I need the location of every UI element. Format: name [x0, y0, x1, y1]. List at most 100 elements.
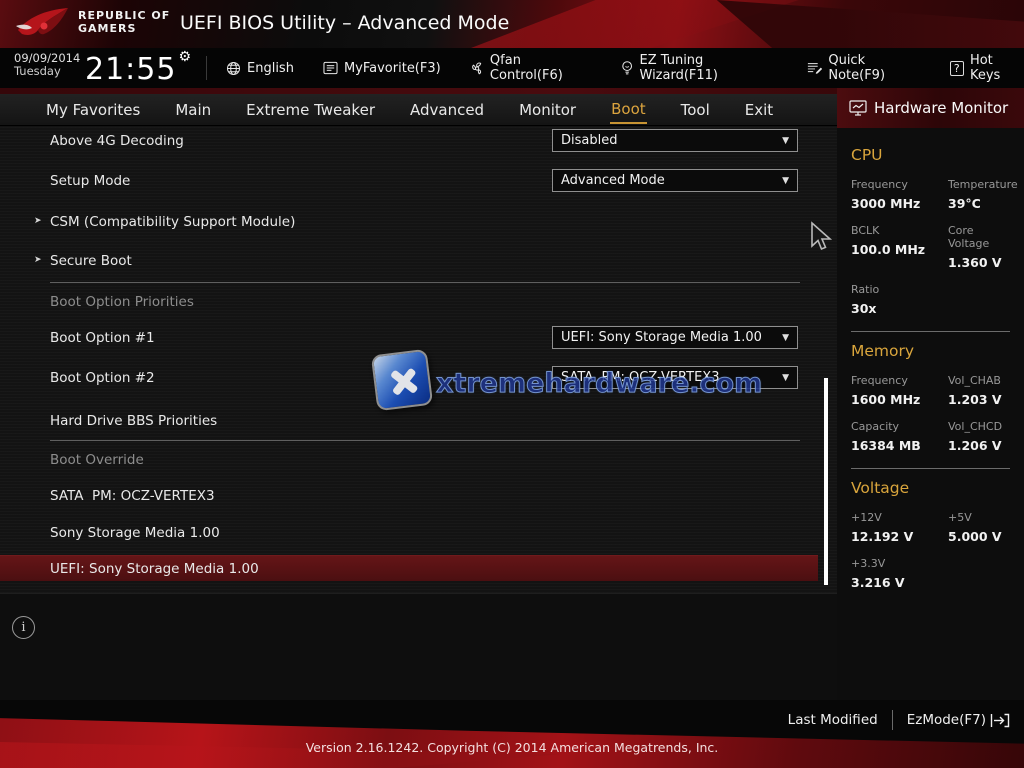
setting-row-setup-mode: Setup Mode Advanced Mode ▼ — [50, 169, 798, 193]
menu-bar: My Favorites Main Extreme Tweaker Advanc… — [0, 94, 837, 126]
tab-extreme-tweaker[interactable]: Extreme Tweaker — [245, 97, 376, 123]
toolbar: English MyFavorite(F3) Qfan Control(F6) — [226, 48, 1024, 88]
ez-tuning-wizard-button[interactable]: EZ Tuning Wizard(F11) — [621, 53, 778, 83]
language-label: English — [247, 61, 294, 76]
memory-capacity: Capacity 16384 MB — [851, 420, 948, 453]
tab-main[interactable]: Main — [174, 97, 212, 123]
cpu-bclk: BCLK 100.0 MHz — [851, 224, 948, 270]
setup-mode-dropdown[interactable]: Advanced Mode ▼ — [552, 169, 798, 192]
csm-submenu-row[interactable]: ➤ CSM (Compatibility Support Module) — [50, 210, 798, 234]
ez-tuning-icon — [621, 60, 633, 76]
section-divider — [50, 282, 800, 283]
cpu-section-title: CPU — [851, 146, 1016, 164]
version-text: Version 2.16.1242. Copyright (C) 2014 Am… — [0, 740, 1024, 755]
voltage-readings: +12V 12.192 V +5V 5.000 V +3.3V 3.216 V — [851, 511, 1016, 603]
override-uefi-sony-label: UEFI: Sony Storage Media 1.00 — [50, 561, 259, 577]
time-text: 21:55 — [85, 52, 176, 87]
quick-note-icon — [807, 61, 822, 76]
voltage-3v3: +3.3V 3.216 V — [851, 557, 948, 590]
override-item-sony[interactable]: Sony Storage Media 1.00 — [50, 521, 798, 545]
section-divider — [50, 440, 800, 441]
myfavorite-label: MyFavorite(F3) — [344, 61, 441, 76]
ez-tuning-label: EZ Tuning Wizard(F11) — [640, 53, 779, 83]
memory-readings: Frequency 1600 MHz Vol_CHAB 1.203 V Capa… — [851, 374, 1016, 466]
boot-option-2-label: Boot Option #2 — [50, 370, 155, 386]
setup-mode-value: Advanced Mode — [561, 173, 782, 188]
setting-row-boot-option-1: Boot Option #1 UEFI: Sony Storage Media … — [50, 326, 798, 350]
override-sata-label: SATA PM: OCZ-VERTEX3 — [50, 488, 215, 504]
sidebar-divider — [851, 468, 1010, 469]
toolbar-divider — [206, 56, 207, 80]
cpu-readings: Frequency 3000 MHz Temperature 39°C BCLK… — [851, 178, 1016, 329]
help-panel: i — [0, 593, 837, 700]
secure-boot-submenu-row[interactable]: ➤ Secure Boot — [50, 249, 798, 273]
boot-option-2-dropdown[interactable]: SATA PM: OCZ-VERTEX3 ▼ — [552, 366, 798, 389]
globe-icon — [226, 61, 241, 76]
qfan-control-button[interactable]: Qfan Control(F6) — [470, 53, 592, 83]
hot-keys-button[interactable]: ? Hot Keys — [950, 53, 1024, 83]
override-item-uefi-sony-selected[interactable]: UEFI: Sony Storage Media 1.00 — [0, 555, 818, 581]
override-item-sata[interactable]: SATA PM: OCZ-VERTEX3 — [50, 484, 798, 508]
ezmode-exit-icon — [990, 713, 1010, 728]
chevron-down-icon: ▼ — [782, 176, 789, 186]
hardware-monitor-header: Hardware Monitor — [837, 88, 1024, 128]
mouse-cursor — [806, 220, 834, 254]
hot-keys-label: Hot Keys — [970, 53, 1024, 83]
boot-option-1-dropdown[interactable]: UEFI: Sony Storage Media 1.00 ▼ — [552, 326, 798, 349]
memory-vol-chcd: Vol_CHCD 1.206 V — [948, 420, 1016, 453]
above-4g-dropdown[interactable]: Disabled ▼ — [552, 129, 798, 152]
override-sony-label: Sony Storage Media 1.00 — [50, 525, 220, 541]
chevron-down-icon: ▼ — [782, 373, 789, 383]
boot-settings-panel: Above 4G Decoding Disabled ▼ Setup Mode … — [0, 126, 837, 593]
rog-logo-icon — [14, 4, 72, 44]
qfan-icon — [470, 61, 484, 76]
quick-note-label: Quick Note(F9) — [828, 53, 920, 83]
hdd-bbs-label: Hard Drive BBS Priorities — [50, 413, 217, 429]
clock: 21:55⚙ — [85, 49, 192, 87]
hardware-monitor-panel: Hardware Monitor CPU Frequency 3000 MHz … — [837, 88, 1024, 700]
boot-override-section-title: Boot Override — [50, 452, 144, 468]
qfan-label: Qfan Control(F6) — [490, 53, 592, 83]
tab-advanced[interactable]: Advanced — [409, 97, 485, 123]
above-4g-value: Disabled — [561, 133, 782, 148]
last-modified-button[interactable]: Last Modified — [788, 712, 878, 728]
quick-note-button[interactable]: Quick Note(F9) — [807, 53, 920, 83]
chevron-down-icon: ▼ — [782, 333, 789, 343]
info-bar: 09/09/2014 Tuesday 21:55⚙ English MyFavo… — [0, 48, 1024, 88]
setting-row-above-4g: Above 4G Decoding Disabled ▼ — [50, 129, 798, 153]
brand-line1: REPUBLIC OF — [78, 9, 170, 22]
myfavorite-button[interactable]: MyFavorite(F3) — [323, 61, 441, 76]
brand-text: REPUBLIC OF GAMERS — [78, 9, 170, 35]
hdd-bbs-row[interactable]: Hard Drive BBS Priorities — [50, 409, 798, 433]
ezmode-label: EzMode(F7) — [907, 712, 986, 728]
hot-keys-icon: ? — [950, 61, 964, 76]
memory-section-title: Memory — [851, 342, 1016, 360]
submenu-arrow-icon: ➤ — [34, 255, 42, 265]
tab-boot[interactable]: Boot — [610, 96, 647, 124]
tab-monitor[interactable]: Monitor — [518, 97, 577, 123]
scrollbar-thumb[interactable] — [824, 378, 828, 585]
time-settings-gear-icon[interactable]: ⚙ — [178, 49, 192, 65]
tab-tool[interactable]: Tool — [680, 97, 711, 123]
memory-frequency: Frequency 1600 MHz — [851, 374, 948, 407]
tab-my-favorites[interactable]: My Favorites — [45, 97, 141, 123]
tab-exit[interactable]: Exit — [744, 97, 774, 123]
hardware-monitor-title: Hardware Monitor — [874, 99, 1008, 117]
cpu-core-voltage: Core Voltage 1.360 V — [948, 224, 1018, 270]
secure-boot-label: Secure Boot — [50, 253, 132, 269]
top-banner: REPUBLIC OF GAMERS UEFI BIOS Utility – A… — [0, 0, 1024, 48]
page-title: UEFI BIOS Utility – Advanced Mode — [180, 12, 509, 34]
cpu-frequency: Frequency 3000 MHz — [851, 178, 948, 211]
boot-option-1-value: UEFI: Sony Storage Media 1.00 — [561, 330, 782, 345]
ezmode-button[interactable]: EzMode(F7) — [907, 712, 1010, 728]
language-button[interactable]: English — [226, 61, 294, 76]
cpu-temperature: Temperature 39°C — [948, 178, 1018, 211]
datetime-block: 09/09/2014 Tuesday — [14, 52, 80, 78]
footer-actions: Last Modified EzMode(F7) — [788, 710, 1010, 730]
above-4g-label: Above 4G Decoding — [50, 133, 184, 149]
hardware-monitor-body: CPU Frequency 3000 MHz Temperature 39°C … — [837, 128, 1024, 700]
myfavorite-icon — [323, 61, 338, 75]
voltage-section-title: Voltage — [851, 479, 1016, 497]
monitor-icon — [849, 100, 867, 116]
footer-divider — [892, 710, 893, 730]
